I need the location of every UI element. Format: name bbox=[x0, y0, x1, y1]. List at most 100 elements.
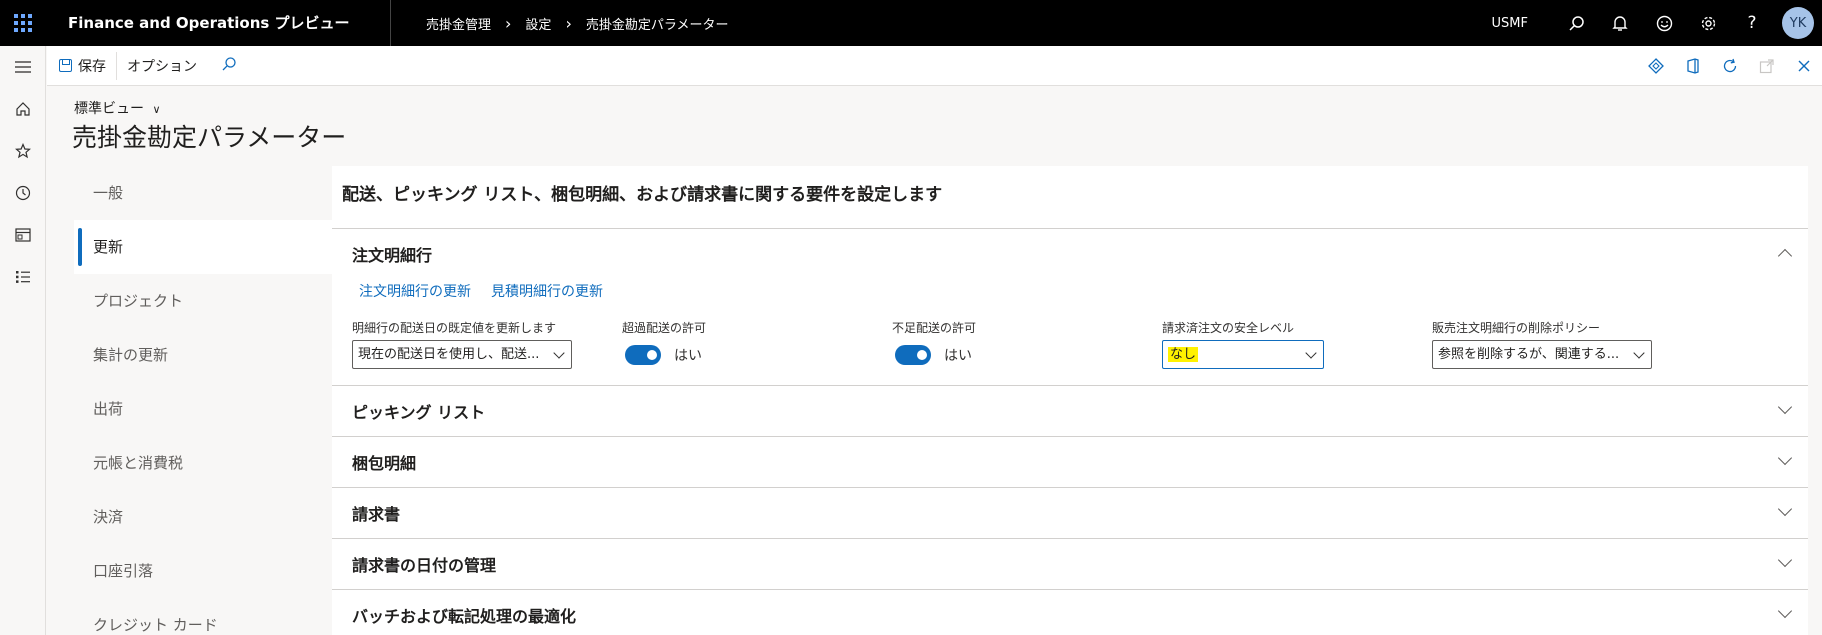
delete-policy-select[interactable]: 参照を削除するが、関連する... bbox=[1432, 340, 1652, 369]
field-delivery-date-default: 明細行の配送日の既定値を更新します 現在の配送日を使用し、配送... bbox=[352, 319, 622, 369]
home-icon[interactable] bbox=[0, 88, 46, 130]
chevron-down-icon[interactable] bbox=[1777, 501, 1793, 517]
open-in-new-window-icon[interactable] bbox=[1748, 46, 1785, 86]
field-label: 超過配送の許可 bbox=[622, 321, 707, 335]
search-icon[interactable] bbox=[1554, 0, 1598, 46]
view-selector[interactable]: 標準ビュー ∨ bbox=[74, 98, 161, 118]
close-icon[interactable] bbox=[1785, 46, 1822, 86]
link-order-line-update[interactable]: 注文明細行の更新 bbox=[359, 281, 471, 301]
breadcrumb-item-ar[interactable]: 売掛金管理 bbox=[426, 14, 491, 33]
chevron-right-icon: › bbox=[505, 13, 512, 33]
save-icon bbox=[59, 59, 72, 72]
save-label: 保存 bbox=[78, 58, 106, 75]
avatar[interactable]: YK bbox=[1782, 7, 1814, 39]
fasttab-title: バッチおよび転記処理の最適化 bbox=[352, 607, 577, 626]
tab-summary-update[interactable]: 集計の更新 bbox=[74, 328, 332, 382]
office-icon[interactable] bbox=[1674, 46, 1711, 86]
select-value: 現在の配送日を使用し、配送... bbox=[358, 347, 540, 362]
over-delivery-toggle[interactable] bbox=[625, 344, 661, 365]
page-title: 売掛金勘定パラメーター bbox=[72, 123, 347, 152]
chevron-down-icon bbox=[1633, 347, 1645, 359]
link-quotation-line-update[interactable]: 見積明細行の更新 bbox=[491, 281, 603, 301]
fasttab-title: 注文明細行 bbox=[352, 246, 433, 265]
fasttab-title: 請求書の日付の管理 bbox=[352, 556, 497, 575]
help-icon[interactable]: ? bbox=[1730, 0, 1774, 46]
modules-list-icon[interactable] bbox=[0, 256, 46, 298]
field-under-delivery: 不足配送の許可 はい bbox=[892, 319, 1162, 369]
chevron-down-icon bbox=[553, 347, 565, 359]
favorites-star-icon[interactable] bbox=[0, 130, 46, 172]
under-delivery-toggle[interactable] bbox=[895, 344, 931, 365]
select-value: 参照を削除するが、関連する... bbox=[1438, 347, 1620, 362]
fasttab-header[interactable]: 請求書 bbox=[332, 488, 1808, 538]
toggle-value: はい bbox=[674, 347, 702, 364]
fasttab-links: 注文明細行の更新 見積明細行の更新 bbox=[352, 281, 1788, 301]
tab-general[interactable]: 一般 bbox=[74, 166, 332, 220]
field-over-delivery: 超過配送の許可 はい bbox=[622, 319, 892, 369]
select-value: なし bbox=[1168, 347, 1199, 362]
field-label: 請求済注文の安全レベル bbox=[1162, 321, 1295, 335]
toggle-value: はい bbox=[944, 347, 972, 364]
power-apps-icon[interactable] bbox=[1637, 46, 1674, 86]
search-icon[interactable] bbox=[221, 56, 237, 76]
action-pane: 保存 オプション bbox=[47, 46, 1822, 86]
fasttab-batch-posting-optimization: バッチおよび転記処理の最適化 bbox=[332, 590, 1808, 635]
breadcrumb: 売掛金管理 › 設定 › 売掛金勘定パラメーター bbox=[391, 14, 728, 33]
fasttab-header[interactable]: 請求書の日付の管理 bbox=[332, 539, 1808, 589]
gear-icon[interactable] bbox=[1686, 0, 1730, 46]
fasttab-title: ピッキング リスト bbox=[352, 403, 486, 422]
section-description: 配送、ピッキング リスト、梱包明細、および請求書に関する要件を設定します bbox=[332, 166, 1808, 229]
fasttab-order-lines: 注文明細行 注文明細行の更新 見積明細行の更新 明細行の配送日の既定値を更新しま… bbox=[332, 229, 1808, 386]
field-label: 不足配送の許可 bbox=[892, 321, 977, 335]
hamburger-menu-icon[interactable] bbox=[0, 46, 46, 88]
left-navigation-rail bbox=[0, 46, 46, 635]
tab-direct-debit[interactable]: 口座引落 bbox=[74, 544, 332, 598]
workspaces-icon[interactable] bbox=[0, 214, 46, 256]
chevron-down-icon[interactable] bbox=[1777, 552, 1793, 568]
smiley-icon[interactable] bbox=[1642, 0, 1686, 46]
chevron-right-icon: › bbox=[565, 13, 572, 33]
field-delete-policy: 販売注文明細行の削除ポリシー 参照を削除するが、関連する... bbox=[1432, 319, 1702, 369]
chevron-down-icon bbox=[1305, 347, 1317, 359]
field-group: 明細行の配送日の既定値を更新します 現在の配送日を使用し、配送... 超過配送の… bbox=[352, 319, 1788, 369]
tab-shipments[interactable]: 出荷 bbox=[74, 382, 332, 436]
refresh-icon[interactable] bbox=[1711, 46, 1748, 86]
chevron-down-icon[interactable] bbox=[1777, 603, 1793, 619]
fasttab-picking-list: ピッキング リスト bbox=[332, 386, 1808, 437]
app-title: Finance and Operations プレビュー bbox=[46, 0, 391, 46]
options-button[interactable]: オプション bbox=[117, 46, 207, 86]
delivery-date-default-select[interactable]: 現在の配送日を使用し、配送... bbox=[352, 340, 572, 369]
fasttab-packing-slip: 梱包明細 bbox=[332, 437, 1808, 488]
tab-updates[interactable]: 更新 bbox=[74, 220, 332, 274]
chevron-down-icon[interactable] bbox=[1777, 450, 1793, 466]
bell-icon[interactable] bbox=[1598, 0, 1642, 46]
field-label: 販売注文明細行の削除ポリシー bbox=[1432, 321, 1601, 335]
fasttab-header[interactable]: 梱包明細 bbox=[332, 437, 1808, 487]
fasttab-invoice: 請求書 bbox=[332, 488, 1808, 539]
recent-clock-icon[interactable] bbox=[0, 172, 46, 214]
save-button[interactable]: 保存 bbox=[47, 46, 116, 86]
tab-ledger-and-tax[interactable]: 元帳と消費税 bbox=[74, 436, 332, 490]
fasttab-title: 梱包明細 bbox=[352, 454, 417, 473]
top-navigation-bar: Finance and Operations プレビュー 売掛金管理 › 設定 … bbox=[0, 0, 1822, 46]
fasttab-header[interactable]: バッチおよび転記処理の最適化 bbox=[332, 590, 1808, 635]
tab-settlement[interactable]: 決済 bbox=[74, 490, 332, 544]
tab-content-panel: 配送、ピッキング リスト、梱包明細、および請求書に関する要件を設定します 注文明… bbox=[332, 166, 1808, 635]
chevron-down-icon[interactable] bbox=[1777, 399, 1793, 415]
fasttab-header[interactable]: 注文明細行 bbox=[332, 229, 1808, 279]
fasttab-invoice-date-control: 請求書の日付の管理 bbox=[332, 539, 1808, 590]
vertical-tabs: 一般 更新 プロジェクト 集計の更新 出荷 元帳と消費税 決済 口座引落 クレジ… bbox=[74, 166, 332, 635]
app-launcher-icon[interactable] bbox=[0, 0, 46, 46]
security-level-select[interactable]: なし bbox=[1162, 340, 1324, 369]
tab-credit-card[interactable]: クレジット カード bbox=[74, 598, 332, 635]
view-name: 標準ビュー bbox=[74, 101, 144, 117]
company-picker[interactable]: USMF bbox=[1492, 16, 1528, 31]
field-label: 明細行の配送日の既定値を更新します bbox=[352, 321, 557, 335]
fasttab-header[interactable]: ピッキング リスト bbox=[332, 386, 1808, 436]
chevron-down-icon: ∨ bbox=[152, 103, 161, 116]
chevron-up-icon[interactable] bbox=[1777, 248, 1793, 264]
breadcrumb-item-params: 売掛金勘定パラメーター bbox=[585, 17, 729, 33]
breadcrumb-item-setup[interactable]: 設定 bbox=[525, 14, 551, 33]
tab-project[interactable]: プロジェクト bbox=[74, 274, 332, 328]
fasttab-title: 請求書 bbox=[352, 505, 401, 524]
